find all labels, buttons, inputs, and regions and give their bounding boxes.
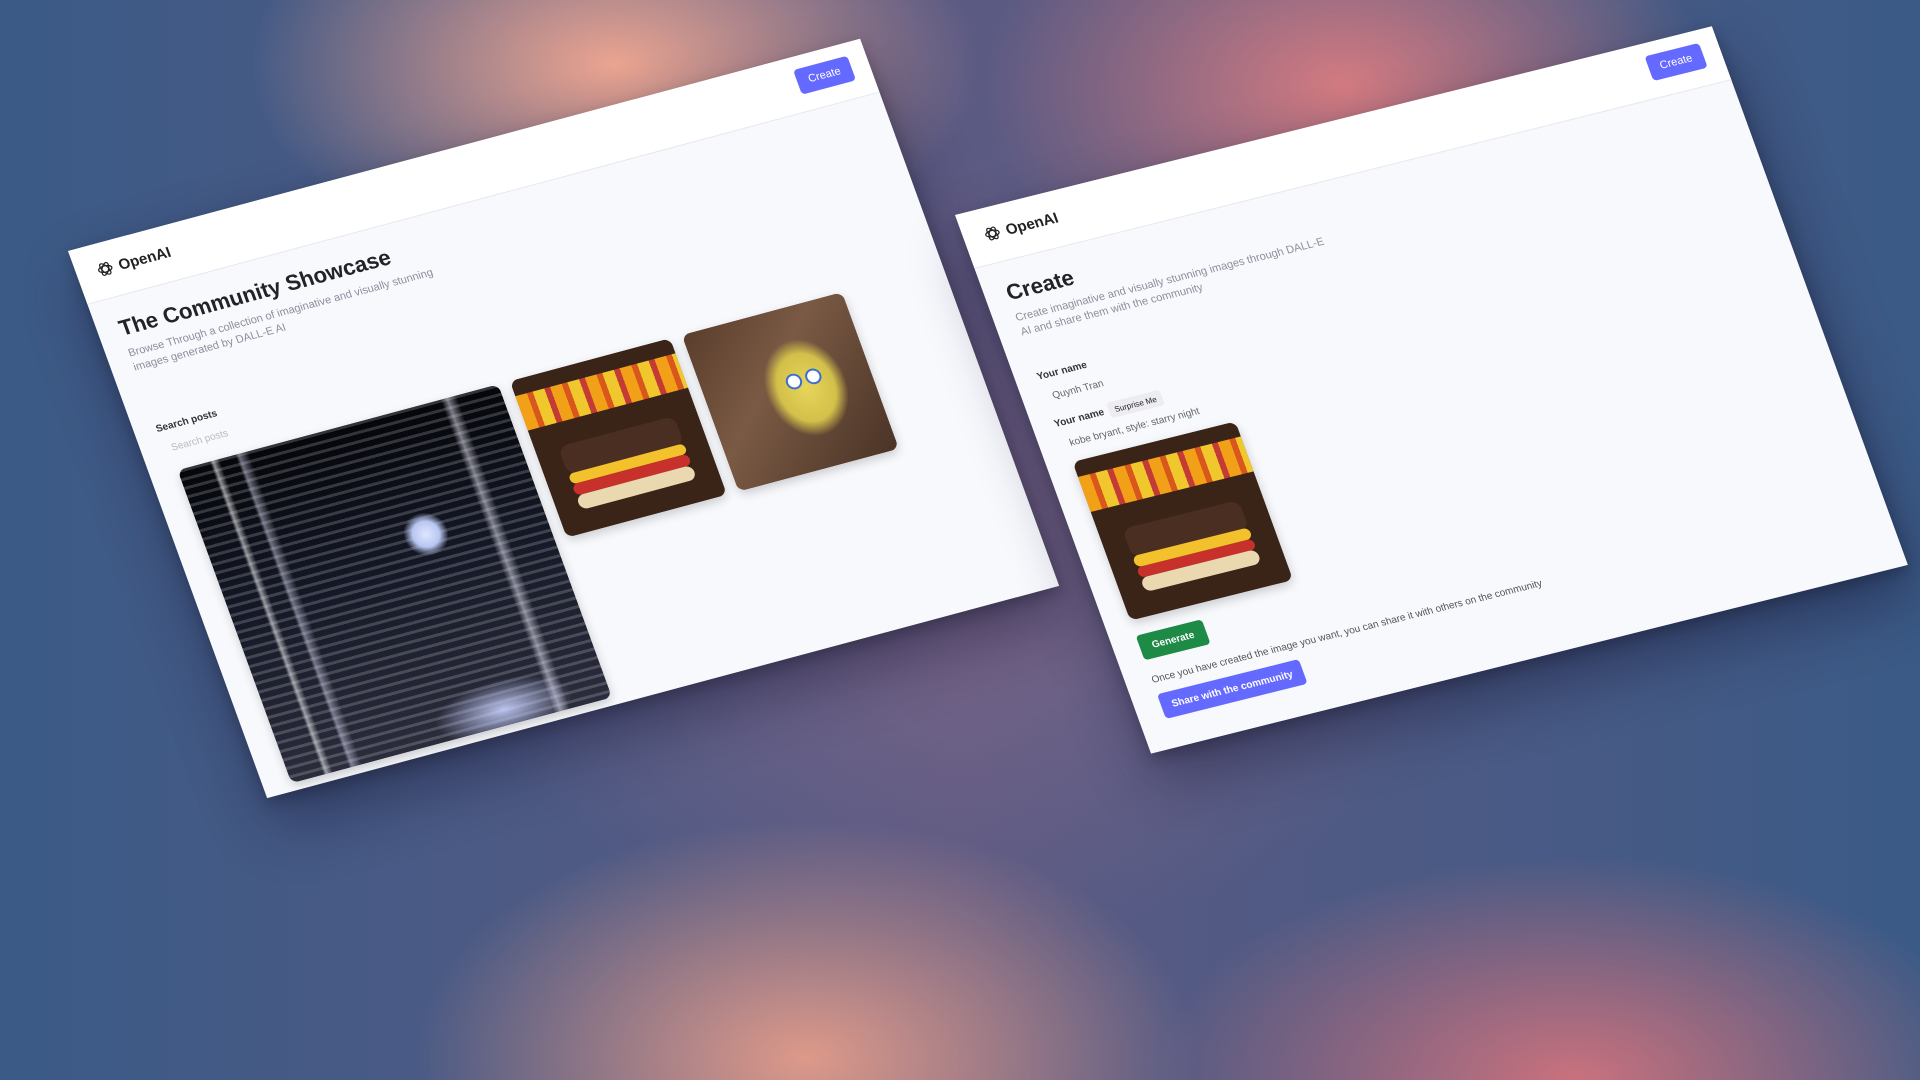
create-window: OpenAI Create Create Create imaginative … [955, 26, 1908, 754]
generated-preview-image [1072, 421, 1294, 621]
create-header: OpenAI Create [955, 26, 1732, 269]
openai-icon [985, 226, 1000, 241]
logo-text: OpenAI [1003, 209, 1061, 239]
openai-icon [98, 261, 113, 276]
prompt-label: Your name [1052, 407, 1106, 430]
generate-button[interactable]: Generate [1135, 619, 1211, 661]
search-label: Search posts [154, 408, 219, 435]
sponge-eye-right [802, 366, 824, 386]
surprise-me-button[interactable]: Surprise Me [1105, 389, 1165, 419]
showcase-header: OpenAI Create [68, 38, 880, 305]
create-button[interactable]: Create [1644, 42, 1708, 82]
openai-logo[interactable]: OpenAI [93, 243, 173, 280]
search-input[interactable]: Search posts [170, 428, 230, 453]
sponge-eye-left [783, 371, 805, 392]
logo-text: OpenAI [115, 243, 174, 274]
openai-logo[interactable]: OpenAI [981, 209, 1061, 244]
name-input[interactable]: Quynh Tran [1051, 378, 1105, 401]
showcase-window: OpenAI Create The Community Showcase Bro… [68, 38, 1060, 799]
name-label: Your name [1035, 359, 1089, 383]
gradient-background: OpenAI Create The Community Showcase Bro… [0, 0, 1920, 1080]
create-button[interactable]: Create [793, 55, 857, 95]
